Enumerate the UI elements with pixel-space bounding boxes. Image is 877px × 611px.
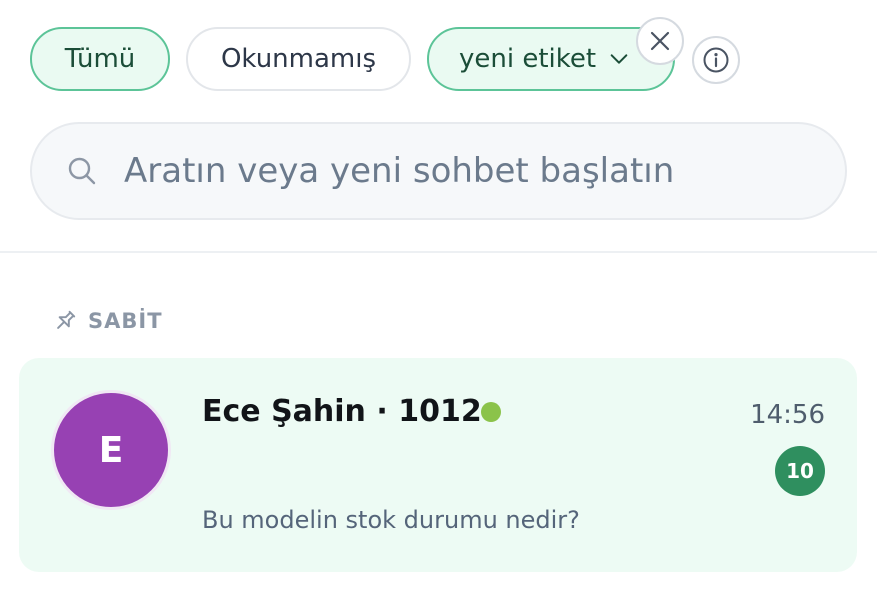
divider [0, 251, 877, 253]
unread-count: 10 [786, 459, 814, 483]
filter-chip-all-label: Tümü [64, 44, 136, 74]
last-message-time: 14:56 [750, 400, 825, 430]
close-icon [650, 31, 670, 51]
online-status-indicator [481, 402, 501, 422]
filter-chip-all[interactable]: Tümü [30, 27, 170, 91]
filter-chip-unread-label: Okunmamış [220, 44, 377, 74]
avatar: E [51, 390, 171, 510]
pinned-section-header: SABİT [52, 308, 163, 334]
last-message-preview: Bu modelin stok durumu nedir? [202, 506, 580, 534]
search-input[interactable] [122, 150, 806, 192]
avatar-initial: E [98, 429, 124, 471]
pinned-section-label: SABİT [88, 309, 163, 333]
filter-chip-unread[interactable]: Okunmamış [186, 27, 411, 91]
filter-chip-tag-label: yeni etiket [459, 44, 597, 74]
conversation-list-panel: Tümü Okunmamış yeni etiket SABİ [0, 0, 877, 611]
chevron-down-icon [610, 54, 628, 64]
conversation-item[interactable]: E Ece Şahin · 1012 14:56 10 Bu modelin s… [19, 358, 857, 572]
unread-count-badge: 10 [775, 446, 825, 496]
search-bar[interactable] [30, 122, 847, 220]
contact-name: Ece Şahin · 1012 [202, 394, 482, 429]
search-icon [68, 157, 96, 185]
info-icon [703, 47, 729, 73]
clear-tag-filter-button[interactable] [636, 17, 684, 65]
filter-info-button[interactable] [692, 36, 740, 84]
pin-icon [57, 310, 76, 329]
